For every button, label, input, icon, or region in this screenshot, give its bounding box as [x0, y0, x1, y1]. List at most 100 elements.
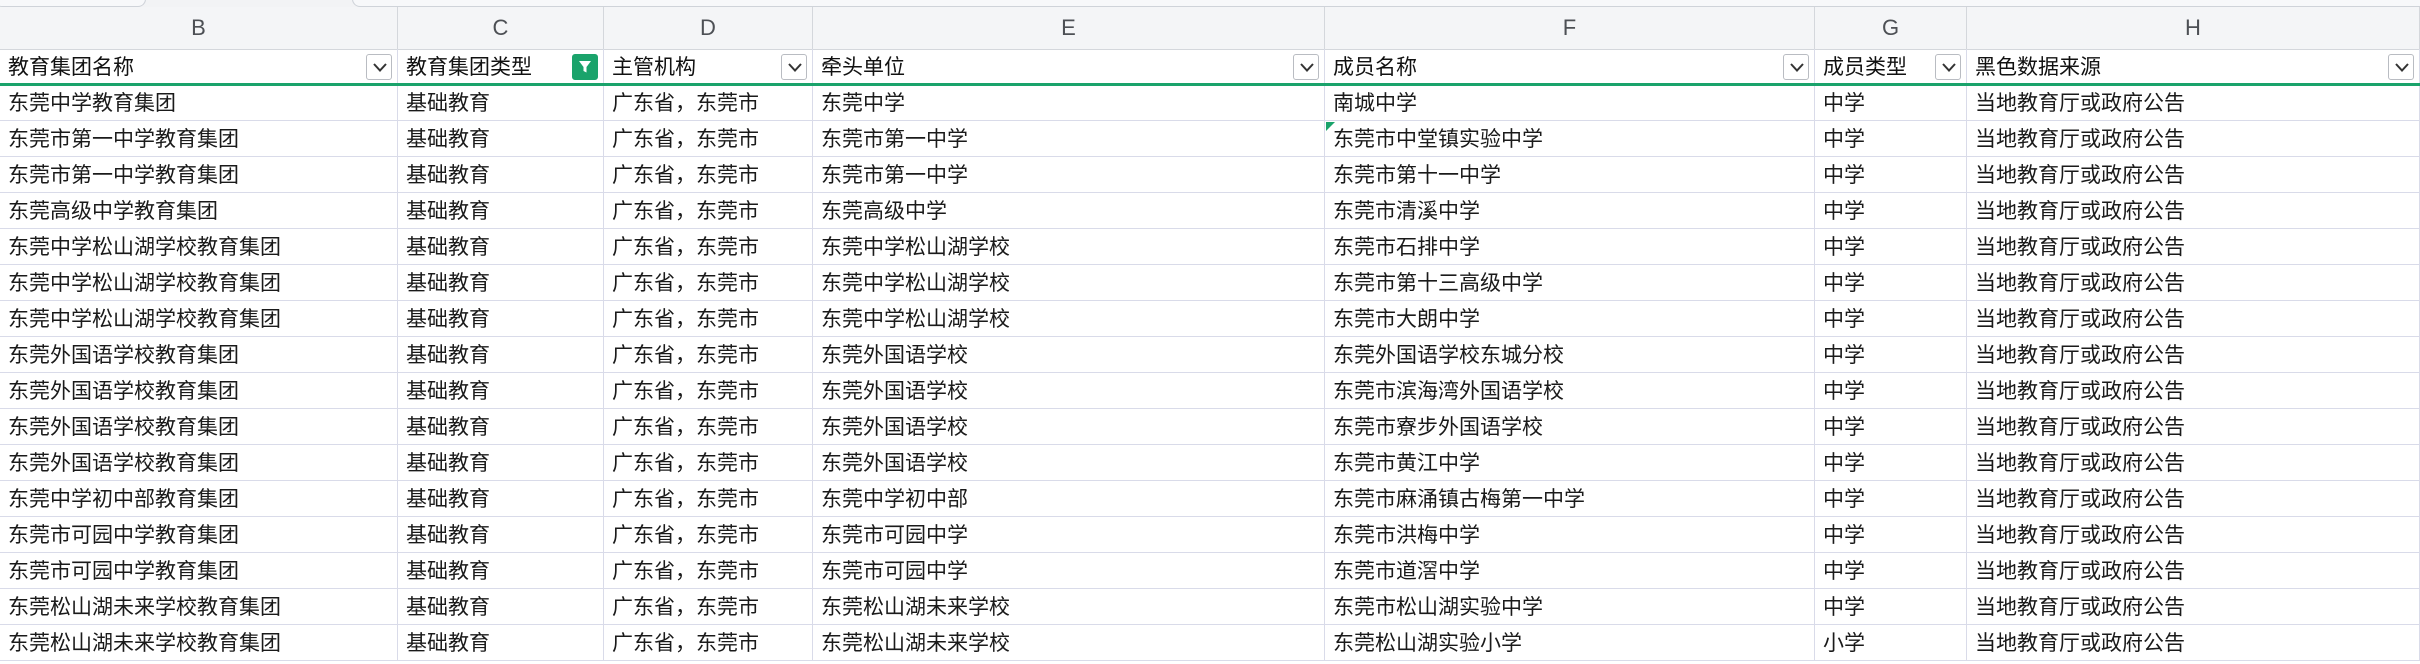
table-cell[interactable]: 东莞市可园中学 [813, 517, 1325, 553]
table-cell[interactable]: 基础教育 [398, 445, 604, 481]
table-cell[interactable]: 当地教育厅或政府公告 [1967, 85, 2420, 121]
table-cell[interactable]: 中学 [1815, 157, 1967, 193]
table-cell[interactable]: 东莞市可园中学 [813, 553, 1325, 589]
table-cell[interactable]: 当地教育厅或政府公告 [1967, 265, 2420, 301]
table-cell[interactable]: 东莞市黄江中学 [1325, 445, 1815, 481]
table-cell[interactable]: 当地教育厅或政府公告 [1967, 337, 2420, 373]
filter-dropdown-icon[interactable] [1783, 54, 1809, 80]
filter-dropdown-icon[interactable] [2388, 54, 2414, 80]
table-cell[interactable]: 东莞市石排中学 [1325, 229, 1815, 265]
table-cell[interactable]: 东莞中学松山湖学校 [813, 229, 1325, 265]
table-cell[interactable]: 东莞市清溪中学 [1325, 193, 1815, 229]
table-cell[interactable]: 广东省，东莞市 [604, 121, 813, 157]
table-cell[interactable]: 当地教育厅或政府公告 [1967, 193, 2420, 229]
table-cell[interactable]: 基础教育 [398, 481, 604, 517]
column-letter-h[interactable]: H [1967, 7, 2420, 49]
table-cell[interactable]: 中学 [1815, 121, 1967, 157]
filter-dropdown-icon[interactable] [781, 54, 807, 80]
table-cell[interactable]: 东莞市道滘中学 [1325, 553, 1815, 589]
table-cell[interactable]: 东莞松山湖未来学校 [813, 625, 1325, 661]
column-letter-f[interactable]: F [1325, 7, 1815, 49]
table-cell[interactable]: 当地教育厅或政府公告 [1967, 373, 2420, 409]
table-cell[interactable]: 广东省，东莞市 [604, 373, 813, 409]
column-letter-c[interactable]: C [398, 7, 604, 49]
table-cell[interactable]: 东莞市第十一中学 [1325, 157, 1815, 193]
header-cell-b[interactable]: 教育集团名称 [0, 49, 398, 85]
table-cell[interactable]: 东莞松山湖未来学校 [813, 589, 1325, 625]
table-cell[interactable]: 当地教育厅或政府公告 [1967, 157, 2420, 193]
table-cell[interactable]: 东莞中学 [813, 85, 1325, 121]
table-cell[interactable]: 东莞外国语学校教育集团 [0, 409, 398, 445]
table-cell[interactable]: 当地教育厅或政府公告 [1967, 481, 2420, 517]
table-cell[interactable]: 中学 [1815, 265, 1967, 301]
table-cell[interactable]: 中学 [1815, 589, 1967, 625]
table-cell[interactable]: 广东省，东莞市 [604, 85, 813, 121]
header-cell-c[interactable]: 教育集团类型 [398, 49, 604, 85]
table-cell[interactable]: 东莞市可园中学教育集团 [0, 517, 398, 553]
table-cell[interactable]: 中学 [1815, 85, 1967, 121]
header-cell-e[interactable]: 牵头单位 [813, 49, 1325, 85]
table-cell[interactable]: 东莞外国语学校教育集团 [0, 337, 398, 373]
table-cell[interactable]: 广东省，东莞市 [604, 517, 813, 553]
table-cell[interactable]: 东莞外国语学校 [813, 445, 1325, 481]
table-cell[interactable]: 中学 [1815, 553, 1967, 589]
table-cell[interactable]: 东莞松山湖未来学校教育集团 [0, 589, 398, 625]
table-cell[interactable]: 东莞外国语学校 [813, 409, 1325, 445]
header-cell-g[interactable]: 成员类型 [1815, 49, 1967, 85]
table-cell[interactable]: 东莞外国语学校 [813, 337, 1325, 373]
table-cell[interactable]: 当地教育厅或政府公告 [1967, 589, 2420, 625]
table-cell[interactable]: 广东省，东莞市 [604, 301, 813, 337]
table-cell[interactable]: 东莞市第一中学 [813, 157, 1325, 193]
table-cell[interactable]: 广东省，东莞市 [604, 193, 813, 229]
table-cell[interactable]: 东莞松山湖实验小学 [1325, 625, 1815, 661]
table-cell[interactable]: 当地教育厅或政府公告 [1967, 229, 2420, 265]
table-cell[interactable]: 广东省，东莞市 [604, 445, 813, 481]
table-cell[interactable]: 基础教育 [398, 193, 604, 229]
table-cell[interactable]: 广东省，东莞市 [604, 265, 813, 301]
table-cell[interactable]: 南城中学 [1325, 85, 1815, 121]
table-cell[interactable]: 东莞中学初中部教育集团 [0, 481, 398, 517]
table-cell[interactable]: 小学 [1815, 625, 1967, 661]
column-letter-b[interactable]: B [0, 7, 398, 49]
table-cell[interactable]: 中学 [1815, 337, 1967, 373]
table-cell[interactable]: 东莞市中堂镇实验中学 [1325, 121, 1815, 157]
table-cell[interactable]: 东莞外国语学校教育集团 [0, 373, 398, 409]
sheet-tab-edge[interactable] [0, 0, 146, 7]
table-cell[interactable]: 东莞市第一中学教育集团 [0, 157, 398, 193]
filter-dropdown-icon[interactable] [1935, 54, 1961, 80]
table-cell[interactable]: 基础教育 [398, 589, 604, 625]
filter-dropdown-icon[interactable] [366, 54, 392, 80]
table-cell[interactable]: 当地教育厅或政府公告 [1967, 301, 2420, 337]
table-cell[interactable]: 中学 [1815, 193, 1967, 229]
table-cell[interactable]: 东莞市麻涌镇古梅第一中学 [1325, 481, 1815, 517]
column-letter-g[interactable]: G [1815, 7, 1967, 49]
table-cell[interactable]: 广东省，东莞市 [604, 589, 813, 625]
table-cell[interactable]: 东莞中学教育集团 [0, 85, 398, 121]
table-cell[interactable]: 基础教育 [398, 373, 604, 409]
column-letter-d[interactable]: D [604, 7, 813, 49]
table-cell[interactable]: 基础教育 [398, 409, 604, 445]
table-cell[interactable]: 东莞市可园中学教育集团 [0, 553, 398, 589]
table-cell[interactable]: 中学 [1815, 445, 1967, 481]
table-cell[interactable]: 东莞外国语学校东城分校 [1325, 337, 1815, 373]
table-cell[interactable]: 当地教育厅或政府公告 [1967, 445, 2420, 481]
table-cell[interactable]: 基础教育 [398, 553, 604, 589]
table-cell[interactable]: 基础教育 [398, 85, 604, 121]
table-cell[interactable]: 广东省，东莞市 [604, 481, 813, 517]
table-cell[interactable]: 东莞市第十三高级中学 [1325, 265, 1815, 301]
table-cell[interactable]: 东莞市第一中学教育集团 [0, 121, 398, 157]
table-cell[interactable]: 广东省，东莞市 [604, 409, 813, 445]
table-cell[interactable]: 东莞市滨海湾外国语学校 [1325, 373, 1815, 409]
table-cell[interactable]: 东莞市第一中学 [813, 121, 1325, 157]
table-cell[interactable]: 中学 [1815, 301, 1967, 337]
header-cell-f[interactable]: 成员名称 [1325, 49, 1815, 85]
table-cell[interactable]: 广东省，东莞市 [604, 553, 813, 589]
table-cell[interactable]: 东莞中学松山湖学校教育集团 [0, 229, 398, 265]
table-cell[interactable]: 东莞中学初中部 [813, 481, 1325, 517]
table-cell[interactable]: 当地教育厅或政府公告 [1967, 517, 2420, 553]
table-cell[interactable]: 当地教育厅或政府公告 [1967, 625, 2420, 661]
column-letter-e[interactable]: E [813, 7, 1325, 49]
table-cell[interactable]: 东莞中学松山湖学校教育集团 [0, 301, 398, 337]
table-cell[interactable]: 基础教育 [398, 157, 604, 193]
table-cell[interactable]: 中学 [1815, 229, 1967, 265]
